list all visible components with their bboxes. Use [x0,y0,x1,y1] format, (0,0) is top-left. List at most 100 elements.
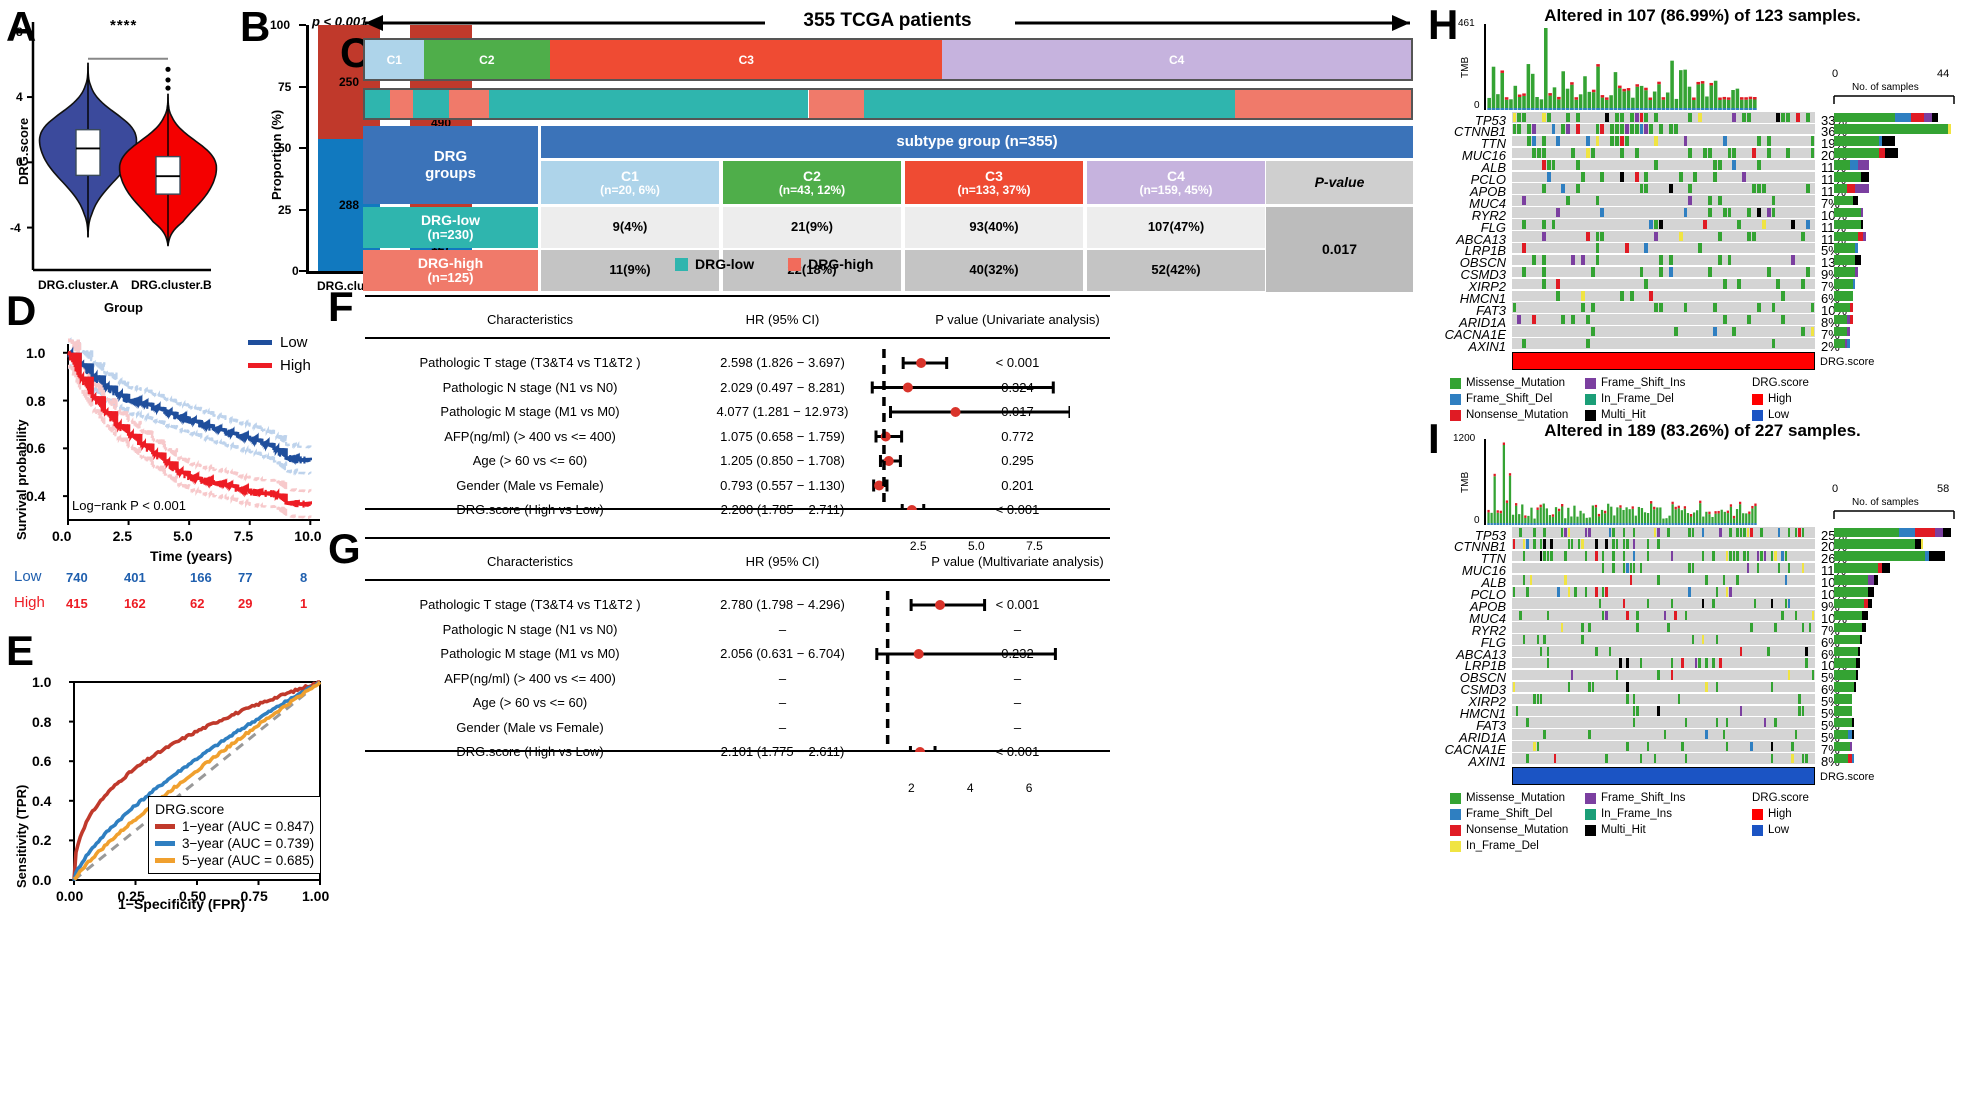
panel-i-mut-0-0 [1633,527,1636,538]
panel-d-legend-label-0: Low [280,334,308,351]
panel-h-mut-3-9 [1727,148,1732,158]
panel-i-mut-6-7 [1598,598,1602,609]
panel-i-mut-0-26 [1777,527,1781,538]
panel-h-mut-0-10 [1639,112,1644,123]
panel-h-mut-12-10 [1580,255,1585,265]
panel-g-x-tick-0: 2 [908,780,915,795]
panel-e-y-tick-0: 1.0 [32,674,52,690]
panel-i-sbar-12-0 [1834,670,1857,680]
panel-i-mut-0-15 [1612,527,1615,538]
panel-h-mut-9-8 [1522,219,1527,230]
panel-i-mut-1-12 [1540,539,1543,549]
panel-h-mut-5-3 [1742,172,1747,182]
panel-h-mut-13-6 [1541,267,1546,277]
panel-g-row-3-hr: – [778,670,787,686]
panel-f-row-0-hr: 2.598 (1.826 − 3.697) [720,355,845,370]
panel-i-mut-4-12 [1522,575,1526,585]
panel-g-row-0-hr: 2.780 (1.798 − 4.296) [720,597,845,612]
panel-d-risk-1-1: 162 [124,596,146,611]
panel-f-row-3-characteristic: AFP(ng/ml) (> 400 vs <= 400) [444,428,616,444]
panel-i-legend-label-1: Frame_Shift_Del [1466,808,1553,820]
panel-h-mut-3-11 [1688,148,1693,158]
panel-h-mut-17-6 [1722,314,1727,325]
panel-f-point-6 [906,505,917,510]
panel-i-mut-2-15 [1760,551,1763,561]
panel-i-label: I [1428,415,1440,462]
panel-i-onco-row-0 [1512,527,1815,538]
panel-i-mut-0-17 [1794,527,1798,538]
panel-h-sbar-0-4 [1932,112,1938,123]
panel-h-sbar-4-2 [1857,160,1869,170]
panel-i-sbar-14-0 [1834,694,1853,704]
panel-i-sbar-3-0 [1834,563,1879,573]
panel-h-mut-2-10 [1620,136,1624,146]
panel-f-point-1 [902,382,913,393]
panel-i-mut-10-7 [1739,646,1743,657]
panel-c-drg-seg-2 [413,90,449,118]
panel-i-mut-3-14 [1691,563,1694,573]
panel-h-mut-17-4 [1561,314,1566,325]
panel-h-sbar-14-1 [1852,279,1856,289]
panel-h-sbar-0-3 [1924,112,1933,123]
panel-h-mut-0-24 [1795,112,1800,123]
panel-i-mut-19-6 [1639,753,1643,764]
panel-h-mut-0-31 [1615,112,1619,123]
panel-i-mut-3-12 [1629,563,1632,573]
panel-i-mut-4-10 [1657,575,1660,585]
panel-h-mut-8-6 [1756,207,1761,218]
panel-i-mut-16-6 [1774,717,1777,728]
panel-i-oncoprint: Altered in 189 (83.26%) of 227 samples. … [1440,415,1965,852]
panel-i-mut-1-10 [1512,539,1515,549]
panel-i-mut-7-8 [1781,610,1784,621]
panel-i-mut-2-4 [1781,551,1784,561]
panel-h-mut-2-17 [1541,136,1546,146]
panel-h-onco-row-5 [1512,171,1815,183]
panel-i-drg-track-label: DRG.score [1820,771,1875,783]
panel-d-risk-0-3: 77 [238,570,253,585]
panel-i-mut-3-11 [1639,563,1643,573]
panel-a-group-label-1: DRG.cluster.B [131,278,212,292]
panel-h-onco-row-12 [1512,254,1815,266]
panel-h-mut-1-32 [1668,124,1673,134]
panel-i-mut-2-1 [1633,551,1636,561]
panel-h-mut-14-3 [1800,279,1805,289]
panel-i-mut-8-7 [1667,622,1670,633]
panel-h-mut-6-0 [1576,183,1580,194]
panel-h-sbar-9-1 [1860,219,1864,230]
panel-i-legend-label-0: Missense_Mutation [1466,792,1566,804]
panel-i-sbar-8-1 [1862,622,1867,633]
panel-i-mut-14-1 [1533,694,1536,704]
panel-i-mut-2-12 [1612,551,1615,561]
panel-h-legend-swatch-3 [1585,378,1596,389]
panel-c-cell-0-3: 107(47%) [1087,207,1265,248]
panel-i-sbar-10-1 [1858,646,1861,657]
panel-h-mut-0-25 [1605,112,1610,123]
panel-h-sbar-4-1 [1849,160,1858,170]
panel-d-x-axis-title: Time (years) [150,548,233,564]
panel-h-mut-3-19 [1751,148,1756,158]
panel-h-mut-3-12 [1786,148,1791,158]
panel-e-y-tick-2: 0.6 [32,753,52,770]
panel-h-mut-6-4 [1688,183,1693,194]
panel-h-mut-0-7 [1698,112,1703,123]
panel-c-cell-0-2: 93(40%) [905,207,1083,248]
panel-f-row-2-hr: 4.077 (1.281 − 12.973) [716,404,849,419]
panel-i-mut-17-2 [1794,729,1798,740]
panel-h-mut-2-2 [1683,136,1688,146]
panel-h-mut-14-0 [1556,279,1561,289]
panel-d-risk-1-3: 29 [238,596,253,611]
panel-h-onco-row-18 [1512,326,1815,337]
panel-i-sbar-6-2 [1868,598,1873,609]
panel-e-legend-label-0: 1−year (AUC = 0.847) [182,819,315,834]
panel-i-mut-0-10 [1588,527,1591,538]
panel-h-mut-12-11 [1571,255,1576,265]
panel-c-row-1-header: DRG-high (n=125) [363,250,538,291]
panel-h-sbar-8-1 [1860,207,1864,218]
panel-g-label: G [328,525,361,572]
panel-i-sbar-1-2 [1920,539,1923,549]
panel-c-subtype-table: 355 TCGA patients C1 C2 C3 C4 DRG groups su… [345,8,1430,292]
panel-i-mut-12-2 [1670,670,1674,680]
panel-i-mut-9-0 [1536,634,1540,645]
panel-i-mut-4-6 [1736,575,1739,585]
panel-h-tmb-label: TMB [1460,56,1471,78]
